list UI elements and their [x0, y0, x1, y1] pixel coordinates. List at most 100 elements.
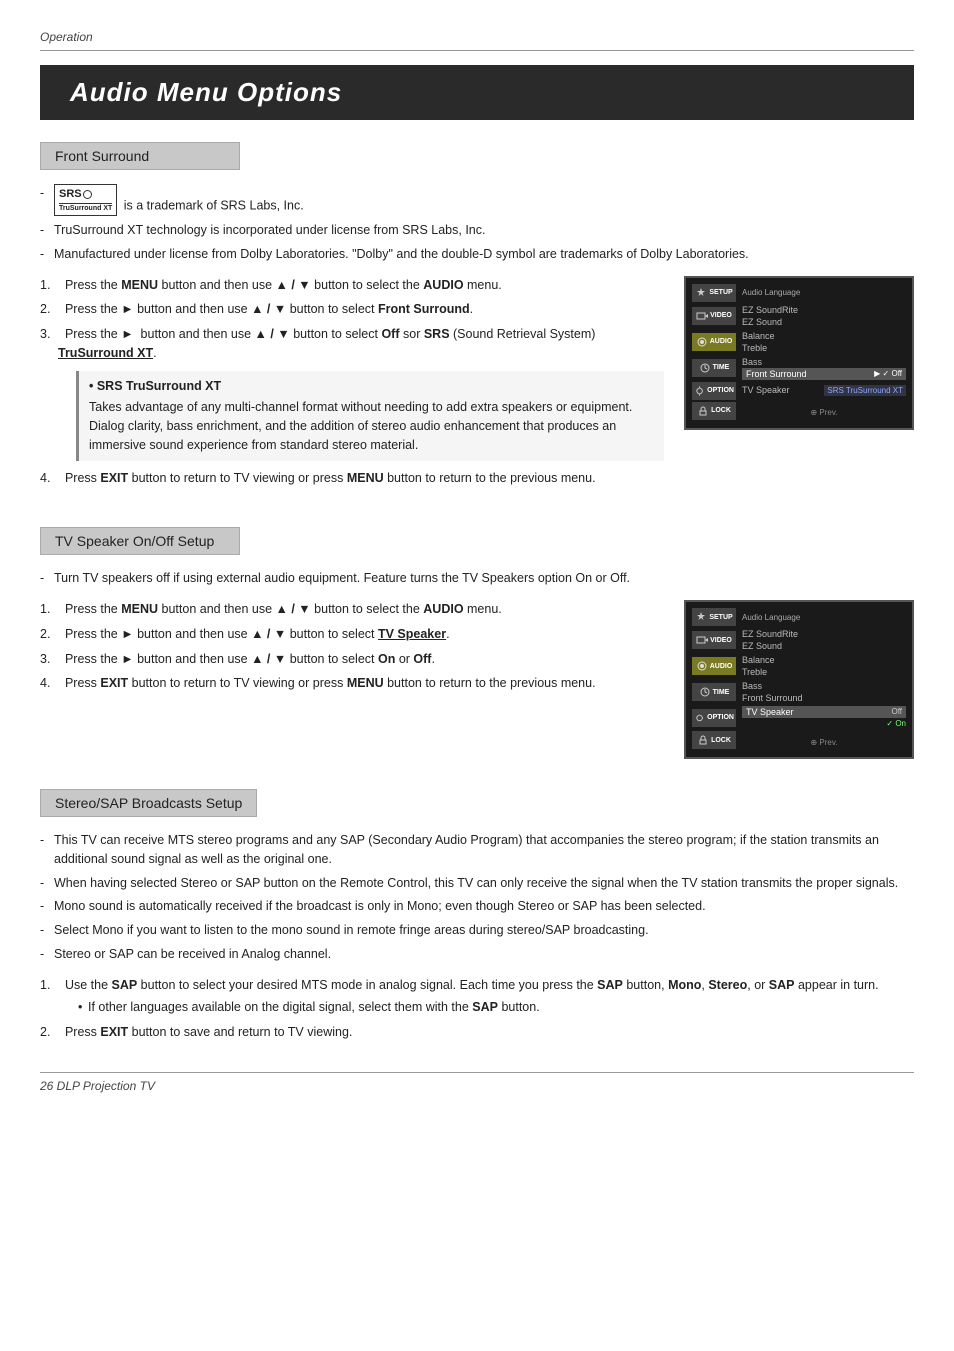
menu-icon-video: VIDEO	[692, 307, 736, 325]
ms2-icon-setup: SETUP	[692, 608, 736, 626]
subsection-body: Takes advantage of any multi-channel for…	[89, 398, 654, 454]
menu-item-audio-lang: Audio Language	[742, 287, 906, 298]
menu-item-balance: Balance	[742, 330, 906, 342]
tv-speaker-content: 1. Press the MENU button and then use ▲ …	[40, 600, 914, 759]
bullet-select-mono: Select Mono if you want to listen to the…	[40, 921, 914, 940]
menu-icon-setup: SETUP	[692, 284, 736, 302]
ms2-row-audio: AUDIO Balance Treble	[692, 654, 906, 678]
step-4: 4. Press EXIT button to return to TV vie…	[40, 469, 664, 488]
menu-content-audio: Balance Treble	[742, 330, 906, 354]
ms2-row-lock: LOCK ⊕ Prev.	[692, 731, 906, 749]
menu-screenshot-1: SETUP Audio Language VIDEO EZ SoundRite …	[684, 276, 914, 430]
ms2-row-video: VIDEO EZ SoundRite EZ Sound	[692, 628, 906, 652]
bullet-dolby: Manufactured under license from Dolby La…	[40, 245, 914, 264]
menu-icon-audio: AUDIO	[692, 333, 736, 351]
ms2-row-option: OPTION TV Speaker Off ✓ On	[692, 706, 906, 729]
bullet-srs: SRS TruSurround XT is a trademark of SRS…	[40, 184, 914, 216]
tv-speaker-steps: 1. Press the MENU button and then use ▲ …	[40, 600, 664, 693]
ms2-icon-option: OPTION	[692, 709, 736, 727]
ms2-content-video: EZ SoundRite EZ Sound	[742, 628, 906, 652]
menu-content-time: Bass Front Surround ▶ ✓ Off	[742, 356, 906, 380]
srs-logo: SRS TruSurround XT	[54, 184, 117, 216]
ms2-icon-video: VIDEO	[692, 631, 736, 649]
tv-step-4: 4. Press EXIT button to return to TV vie…	[40, 674, 664, 693]
step-3: 3. Press the ► button and then use ▲ / ▼…	[40, 325, 664, 461]
menu-row-audio: AUDIO Balance Treble	[692, 330, 906, 354]
tv-speaker-bullets: Turn TV speakers off if using external a…	[40, 569, 914, 588]
front-surround-header: Front Surround	[40, 142, 240, 170]
front-surround-steps: 1. Press the MENU button and then use ▲ …	[40, 276, 664, 488]
ms2-item-ez-sound: EZ Sound	[742, 640, 906, 652]
menu-item-bass: Bass	[742, 356, 906, 368]
sap-step-1: 1. Use the SAP button to select your des…	[40, 976, 914, 1018]
bullet-trusurround: TruSurround XT technology is incorporate…	[40, 221, 914, 240]
menu-row-option: OPTION TV Speaker SRS TruSurround XT	[692, 382, 906, 400]
tv-speaker-text: 1. Press the MENU button and then use ▲ …	[40, 600, 664, 703]
ms2-icon-time: TIME	[692, 683, 736, 701]
page-title: Audio Menu Options	[40, 65, 914, 120]
front-surround-content: 1. Press the MENU button and then use ▲ …	[40, 276, 914, 498]
ms2-item-bass: Bass	[742, 680, 906, 692]
tv-step-1: 1. Press the MENU button and then use ▲ …	[40, 600, 664, 619]
menu-row-setup: SETUP Audio Language	[692, 284, 906, 302]
bullet-analog: Stereo or SAP can be received in Analog …	[40, 945, 914, 964]
bottom-divider	[40, 1072, 914, 1073]
ms2-item-on: ✓ On	[742, 718, 906, 729]
bullet-mts: This TV can receive MTS stereo programs …	[40, 831, 914, 869]
menu-item-tv-speaker-1: TV Speaker SRS TruSurround XT	[742, 384, 906, 397]
ms2-row-setup: SETUP Audio Language	[692, 608, 906, 626]
ms2-row-time: TIME Bass Front Surround	[692, 680, 906, 704]
menu-row-video: VIDEO EZ SoundRite EZ Sound	[692, 304, 906, 328]
front-surround-section: Front Surround SRS TruSurround XT is a t…	[40, 142, 914, 497]
sap-sub-bullets: If other languages available on the digi…	[58, 998, 914, 1017]
operation-label: Operation	[40, 30, 914, 44]
sap-step-2: 2. Press EXIT button to save and return …	[40, 1023, 914, 1042]
tv-step-2: 2. Press the ► button and then use ▲ / ▼…	[40, 625, 664, 644]
sap-sub-bullet-digital: If other languages available on the digi…	[78, 998, 914, 1017]
menu-content-setup: Audio Language	[742, 287, 906, 298]
tv-speaker-header: TV Speaker On/Off Setup	[40, 527, 240, 555]
stereo-sap-steps: 1. Use the SAP button to select your des…	[40, 976, 914, 1042]
ms2-item-audio-lang: Audio Language	[742, 612, 906, 623]
menu-item-ez-soundrite: EZ SoundRite	[742, 304, 906, 316]
menu-item-ez-sound: EZ Sound	[742, 316, 906, 328]
front-surround-text: 1. Press the MENU button and then use ▲ …	[40, 276, 664, 498]
tv-speaker-section: TV Speaker On/Off Setup Turn TV speakers…	[40, 527, 914, 759]
step-1: 1. Press the MENU button and then use ▲ …	[40, 276, 664, 295]
menu-row-lock: LOCK ⊕ Prev.	[692, 402, 906, 420]
stereo-sap-header: Stereo/SAP Broadcasts Setup	[40, 789, 257, 817]
menu-row-time: TIME Bass Front Surround ▶ ✓ Off	[692, 356, 906, 380]
menu-screenshot-2: SETUP Audio Language VIDEO EZ SoundRite …	[684, 600, 914, 759]
menu-item-front-surround: Front Surround ▶ ✓ Off	[742, 368, 906, 380]
menu-prev-1: ⊕ Prev.	[742, 408, 906, 417]
ms2-icon-lock: LOCK	[692, 731, 736, 749]
ms2-content-audio: Balance Treble	[742, 654, 906, 678]
bottom-label: 26 DLP Projection TV	[40, 1079, 914, 1093]
bullet-tv-speaker: Turn TV speakers off if using external a…	[40, 569, 914, 588]
subsection-title: • SRS TruSurround XT	[89, 377, 654, 396]
step-2: 2. Press the ► button and then use ▲ / ▼…	[40, 300, 664, 319]
ms2-icon-audio: AUDIO	[692, 657, 736, 675]
ms2-prev: ⊕ Prev.	[742, 738, 906, 747]
ms2-content-lock: ⊕ Prev.	[742, 734, 906, 747]
tv-step-3: 3. Press the ► button and then use ▲ / ▼…	[40, 650, 664, 669]
ms2-item-ez-soundrite: EZ SoundRite	[742, 628, 906, 640]
bullet-remote: When having selected Stereo or SAP butto…	[40, 874, 914, 893]
menu-content-option: TV Speaker SRS TruSurround XT	[742, 384, 906, 397]
ms2-item-front-surround: Front Surround	[742, 692, 906, 704]
bullet-mono: Mono sound is automatically received if …	[40, 897, 914, 916]
menu-icon-lock: LOCK	[692, 402, 736, 420]
ms2-content-setup: Audio Language	[742, 612, 906, 623]
ms2-item-tv-speaker: TV Speaker Off	[742, 706, 906, 718]
front-surround-bullets: SRS TruSurround XT is a trademark of SRS…	[40, 184, 914, 264]
menu-icon-time: TIME	[692, 359, 736, 377]
ms2-item-treble: Treble	[742, 666, 906, 678]
ms2-item-balance: Balance	[742, 654, 906, 666]
top-divider	[40, 50, 914, 51]
menu-icon-option: OPTION	[692, 382, 736, 400]
menu-content-video: EZ SoundRite EZ Sound	[742, 304, 906, 328]
menu-item-treble: Treble	[742, 342, 906, 354]
trusurround-subsection: • SRS TruSurround XT Takes advantage of …	[76, 371, 664, 461]
ms2-content-option: TV Speaker Off ✓ On	[742, 706, 906, 729]
stereo-sap-bullets: This TV can receive MTS stereo programs …	[40, 831, 914, 964]
